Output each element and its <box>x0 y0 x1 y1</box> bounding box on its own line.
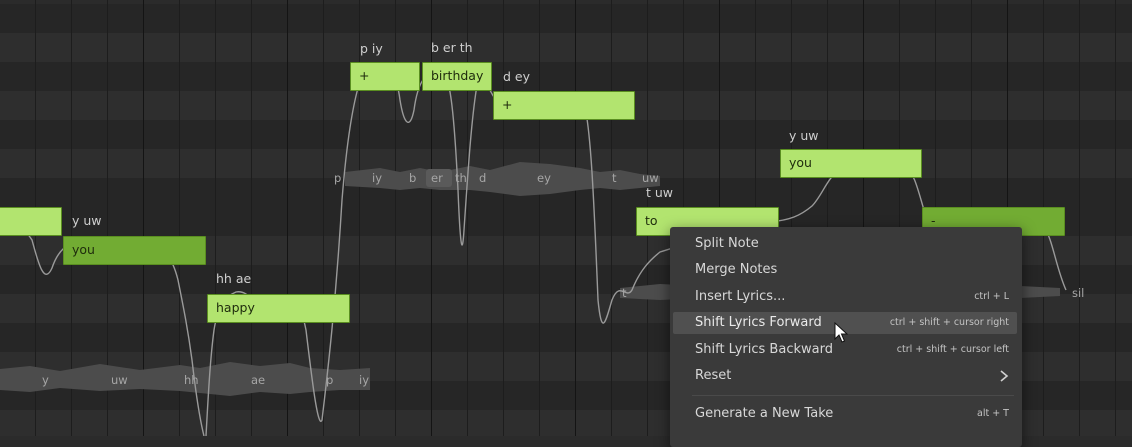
note-lyric: happy <box>216 300 255 315</box>
menu-separator <box>692 395 1014 396</box>
note-lyric: - <box>931 213 936 228</box>
mouse-pointer-icon <box>834 322 848 343</box>
waveform-phoneme-label: sil <box>1072 286 1085 300</box>
phoneme-label: p iy <box>360 41 383 56</box>
chevron-right-icon <box>1000 370 1009 382</box>
waveform-phoneme-label: ae <box>251 373 266 387</box>
menu-item-label: Reset <box>695 368 732 383</box>
waveform-phoneme-label: d <box>479 171 487 185</box>
phoneme-label: b er th <box>431 40 473 55</box>
menu-item-label: Merge Notes <box>695 262 778 277</box>
menu-item-label: Shift Lyrics Forward <box>695 315 822 330</box>
note-partial-left[interactable] <box>0 207 62 236</box>
menu-item-insert-lyrics[interactable]: Insert Lyrics... ctrl + L <box>673 286 1017 308</box>
menu-item-shortcut: ctrl + L <box>974 291 1009 302</box>
waveform-phoneme-label: iy <box>372 171 383 185</box>
note-you-1[interactable]: you <box>63 236 206 265</box>
waveform-phoneme-label: t <box>612 171 617 185</box>
phoneme-label: t uw <box>646 185 674 200</box>
waveform-phoneme-label: uw <box>111 373 128 387</box>
menu-item-split-note[interactable]: Split Note <box>673 233 1017 255</box>
phoneme-label: y uw <box>72 213 102 228</box>
waveform-phoneme-label: p <box>334 171 342 185</box>
waveform-phoneme-label: ey <box>537 171 551 185</box>
waveform-phoneme-label: p <box>326 373 334 387</box>
waveform-phoneme-label: uw <box>642 171 659 185</box>
phoneme-label: hh ae <box>216 271 252 286</box>
menu-item-label: Insert Lyrics... <box>695 289 786 304</box>
waveform-phoneme-label: iy <box>359 373 370 387</box>
menu-item-merge-notes[interactable]: Merge Notes <box>673 259 1017 281</box>
menu-item-generate-new-take[interactable]: Generate a New Take alt + T <box>673 403 1017 425</box>
waveform-phoneme-label: hh <box>184 373 199 387</box>
phoneme-label: y uw <box>789 128 819 143</box>
menu-item-reset[interactable]: Reset <box>673 365 1017 387</box>
note-lyric: + <box>502 97 513 112</box>
menu-item-shortcut: ctrl + shift + cursor right <box>889 317 1009 328</box>
note-lyric: you <box>789 155 812 170</box>
note-plus-1[interactable]: + <box>350 62 420 91</box>
note-lyric: you <box>72 242 95 257</box>
waveform-phoneme-label: b <box>409 171 417 185</box>
phoneme-label: d ey <box>503 69 530 84</box>
menu-item-label: Generate a New Take <box>695 406 834 421</box>
menu-item-label: Shift Lyrics Backward <box>695 342 833 357</box>
note-lyric: birthday <box>431 68 484 83</box>
waveform-phoneme-label: t <box>622 286 627 300</box>
waveform-phoneme-label: er <box>431 171 443 185</box>
note-you-2[interactable]: you <box>780 149 922 178</box>
waveform-phoneme-label: y <box>42 373 49 387</box>
menu-item-shortcut: ctrl + shift + cursor left <box>896 344 1009 355</box>
note-lyric: + <box>359 68 370 83</box>
note-happy[interactable]: happy <box>207 294 350 323</box>
note-plus-2[interactable]: + <box>493 91 635 120</box>
note-birthday[interactable]: birthday <box>422 62 492 91</box>
note-lyric: to <box>645 213 658 228</box>
menu-item-shortcut: alt + T <box>977 408 1009 419</box>
waveform-phoneme-label: th <box>455 171 467 185</box>
menu-item-label: Split Note <box>695 236 759 251</box>
